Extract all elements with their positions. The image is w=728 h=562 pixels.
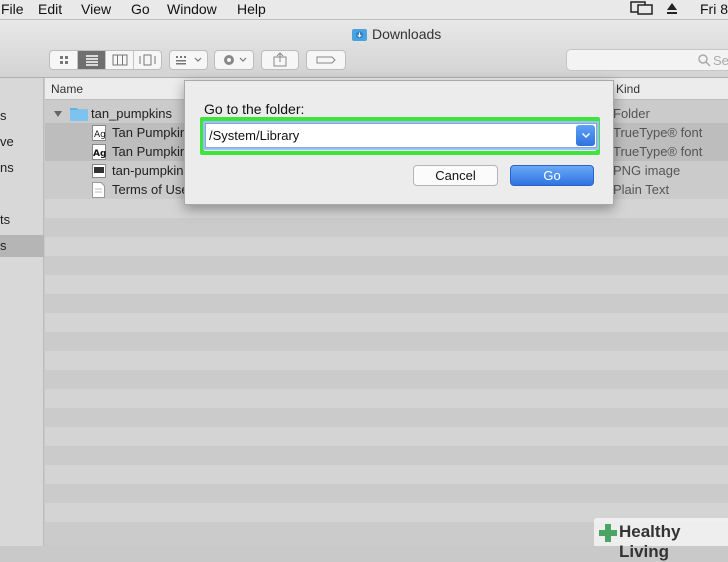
menu-help[interactable]: Help xyxy=(237,0,266,18)
sidebar-item[interactable]: ns xyxy=(0,157,44,179)
svg-text:Ag: Ag xyxy=(93,149,106,159)
window-title-text: Downloads xyxy=(372,26,442,42)
menu-view[interactable]: View xyxy=(81,0,111,18)
share-button[interactable] xyxy=(261,50,299,70)
cover-flow-button[interactable] xyxy=(134,51,161,69)
brand-text: Healthy Living xyxy=(619,522,681,561)
share-icon xyxy=(273,52,287,67)
search-field[interactable]: Sea xyxy=(566,49,728,71)
file-kind: PNG image xyxy=(613,163,681,178)
sidebar-item-selected[interactable]: s xyxy=(0,235,44,257)
eject-icon[interactable] xyxy=(666,0,678,20)
file-kind: Plain Text xyxy=(613,182,670,197)
brand-watermark: Healthy Living xyxy=(594,518,728,561)
menu-file[interactable]: File xyxy=(1,0,24,18)
empty-row xyxy=(45,313,728,332)
window-title: Downloads xyxy=(352,26,441,42)
display-mirror-icon[interactable] xyxy=(630,0,654,20)
edit-tags-button[interactable] xyxy=(306,50,346,70)
view-mode-control xyxy=(49,50,162,70)
action-gear-button[interactable] xyxy=(214,50,254,70)
menu-go[interactable]: Go xyxy=(131,0,150,18)
file-name: Tan Pumpkin xyxy=(112,125,188,140)
column-header-name[interactable]: Name xyxy=(51,82,83,96)
file-name: Terms of Use xyxy=(112,182,189,197)
folder-path-combobox[interactable] xyxy=(205,123,597,148)
file-kind: TrueType® font xyxy=(613,144,703,159)
go-to-folder-dialog: Go to the folder: Cancel Go xyxy=(184,80,614,205)
list-view-button[interactable] xyxy=(78,51,106,69)
empty-row xyxy=(45,465,728,484)
empty-row xyxy=(45,237,728,256)
icon-view-button[interactable] xyxy=(50,51,78,69)
go-button[interactable]: Go xyxy=(510,165,594,186)
file-name: tan_pumpkins xyxy=(91,106,172,121)
file-name: Tan Pumpkin xyxy=(112,144,188,159)
svg-text:Ag: Ag xyxy=(94,130,106,140)
dialog-label: Go to the folder: xyxy=(204,101,305,117)
search-placeholder: Sea xyxy=(713,53,728,68)
menu-window[interactable]: Window xyxy=(167,0,217,18)
file-kind: TrueType® font xyxy=(613,125,703,140)
search-icon xyxy=(697,53,711,70)
tag-icon xyxy=(316,56,336,64)
folder-path-input[interactable] xyxy=(209,126,569,145)
menu-bar: File Edit View Go Window Help Fri 8 xyxy=(0,0,728,20)
column-view-button[interactable] xyxy=(106,51,134,69)
sidebar-item[interactable]: ts xyxy=(0,209,44,231)
column-header-kind[interactable]: Kind xyxy=(613,82,640,96)
downloads-folder-icon xyxy=(352,27,367,41)
sidebar-item[interactable]: ve xyxy=(0,131,44,153)
file-kind: Folder xyxy=(613,106,650,121)
empty-row xyxy=(45,351,728,370)
gear-icon xyxy=(224,55,247,65)
plus-logo-icon xyxy=(598,523,618,548)
sidebar: s ve ns ts s xyxy=(0,78,44,546)
chevron-down-icon[interactable] xyxy=(576,125,595,146)
sidebar-item[interactable]: s xyxy=(0,105,44,127)
arrange-button[interactable] xyxy=(169,50,208,70)
empty-row xyxy=(45,427,728,446)
empty-row xyxy=(45,275,728,294)
finder-toolbar: Downloads Sea xyxy=(0,20,728,78)
empty-row xyxy=(45,389,728,408)
menu-clock[interactable]: Fri 8 xyxy=(700,0,728,18)
file-name: tan-pumpkins xyxy=(112,163,191,178)
cancel-button[interactable]: Cancel xyxy=(413,165,498,186)
menu-edit[interactable]: Edit xyxy=(38,0,62,18)
